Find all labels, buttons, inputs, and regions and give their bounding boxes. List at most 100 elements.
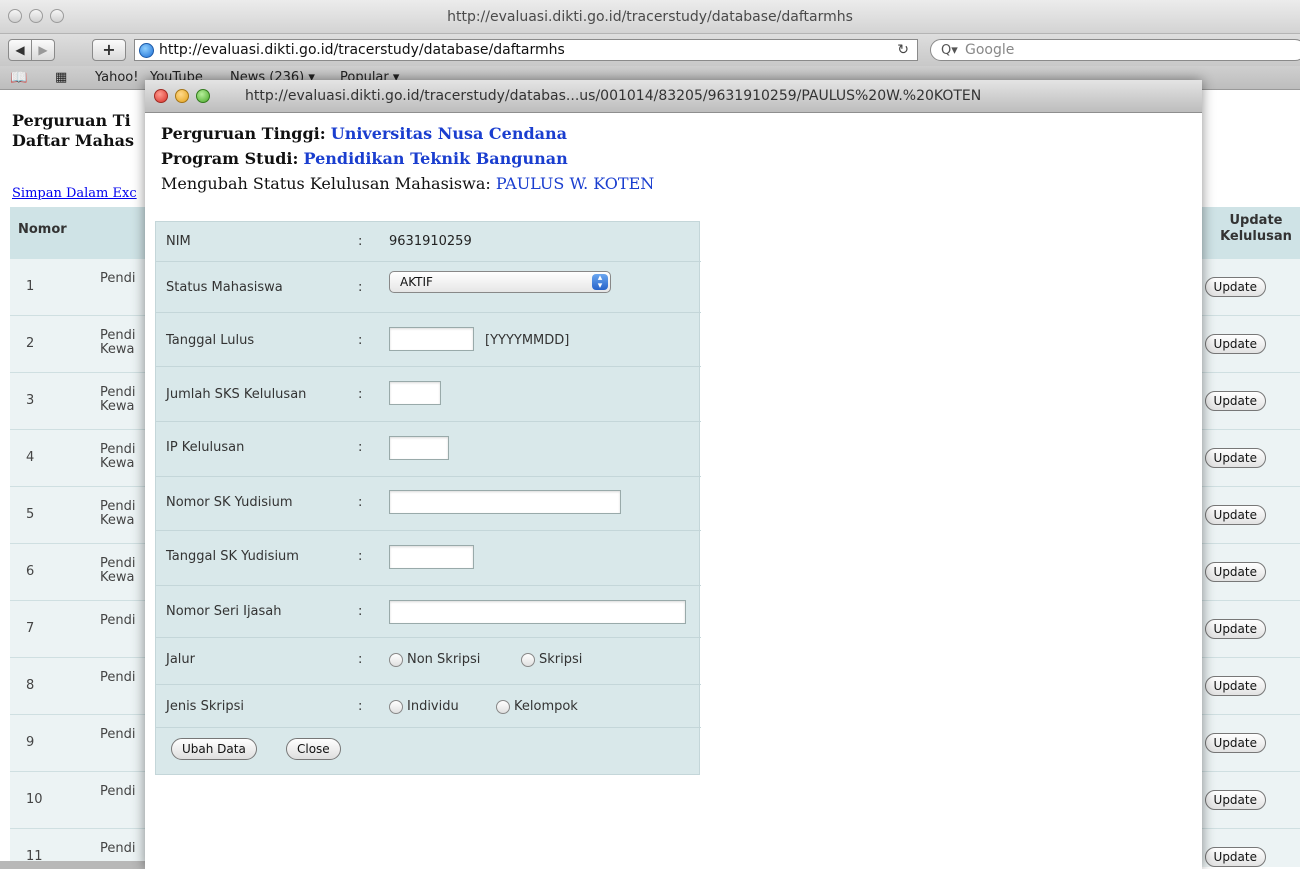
row-number: 7 — [26, 621, 35, 636]
row-program: Pendi Kewa — [100, 499, 136, 528]
row-number: 1 — [26, 279, 35, 294]
popup-title-bar[interactable]: http://evaluasi.dikti.go.id/tracerstudy/… — [145, 80, 1202, 113]
update-button[interactable]: Update — [1204, 562, 1266, 582]
back-button[interactable]: ◀ — [8, 39, 32, 61]
colon: : — [358, 387, 363, 402]
status-select[interactable]: AKTIF ▴ ▾ — [389, 271, 611, 293]
university-label: Perguruan Tinggi: — [161, 124, 326, 143]
update-button[interactable]: Update — [1204, 676, 1266, 696]
search-input[interactable]: Q▾ Google — [930, 39, 1300, 61]
sks-input[interactable] — [389, 381, 441, 405]
search-icon: Q▾ — [941, 43, 958, 58]
update-button[interactable]: Update — [1204, 733, 1266, 753]
program-label: Program Studi: — [161, 149, 299, 168]
university-line: Perguruan Tinggi: Universitas Nusa Cenda… — [161, 124, 567, 143]
row-number: 5 — [26, 507, 35, 522]
column-update: Update Kelulusan — [1220, 213, 1292, 244]
reload-icon[interactable]: ↻ — [897, 40, 909, 60]
radio-non-skripsi[interactable] — [389, 653, 403, 667]
colon: : — [358, 549, 363, 564]
tanggal-sk-input[interactable] — [389, 545, 474, 569]
colon: : — [358, 699, 363, 714]
sk-label: Nomor SK Yudisium — [166, 495, 293, 510]
radio-individu[interactable] — [389, 700, 403, 714]
radio-kelompok[interactable] — [496, 700, 510, 714]
update-button[interactable]: Update — [1204, 790, 1266, 810]
status-label: Status Mahasiswa — [166, 280, 283, 295]
close-button[interactable]: Close — [286, 738, 341, 760]
window-title: http://evaluasi.dikti.go.id/tracerstudy/… — [447, 9, 853, 25]
row-program: Pendi — [100, 784, 136, 799]
row-status: Status Mahasiswa : AKTIF ▴ ▾ — [156, 262, 701, 313]
row-program: Pendi Kewa — [100, 442, 136, 471]
colon: : — [358, 652, 363, 667]
navigation-toolbar: ◀ ▶ + http://evaluasi.dikti.go.id/tracer… — [0, 34, 1300, 66]
radio-skripsi[interactable] — [521, 653, 535, 667]
bookmark-item[interactable]: Yahoo! — [95, 70, 138, 85]
row-tanggal-lulus: Tanggal Lulus : [YYYYMMDD] — [156, 313, 701, 367]
row-ip: IP Kelulusan : — [156, 422, 701, 477]
column-nomor: Nomor — [18, 222, 67, 237]
horizontal-scrollbar[interactable] — [0, 861, 145, 869]
browser-title-bar[interactable]: http://evaluasi.dikti.go.id/tracerstudy/… — [0, 0, 1300, 34]
sk-input[interactable] — [389, 490, 621, 514]
row-nim: NIM : 9631910259 — [156, 222, 701, 262]
status-selected: AKTIF — [400, 275, 433, 289]
update-button[interactable]: Update — [1204, 505, 1266, 525]
updown-arrow-icon: ▴ ▾ — [592, 274, 608, 291]
non-skripsi-label: Non Skripsi — [407, 652, 481, 667]
row-number: 6 — [26, 564, 35, 579]
update-button[interactable]: Update — [1204, 334, 1266, 354]
row-program: Pendi — [100, 841, 136, 856]
update-button[interactable]: Update — [1204, 448, 1266, 468]
search-placeholder: Google — [965, 42, 1015, 58]
address-bar[interactable]: http://evaluasi.dikti.go.id/tracerstudy/… — [134, 39, 918, 61]
popup-close-icon[interactable] — [154, 89, 168, 103]
export-excel-link[interactable]: Simpan Dalam Exc — [12, 186, 137, 201]
ip-input[interactable] — [389, 436, 449, 460]
book-icon[interactable]: 📖 — [10, 70, 27, 86]
popup-minimize-icon[interactable] — [175, 89, 189, 103]
row-tanggal-sk: Tanggal SK Yudisium : — [156, 531, 701, 586]
jalur-label: Jalur — [166, 652, 195, 667]
student-name: PAULUS W. KOTEN — [495, 174, 655, 193]
ubah-data-button[interactable]: Ubah Data — [171, 738, 257, 760]
update-button[interactable]: Update — [1204, 277, 1266, 297]
popup-window: http://evaluasi.dikti.go.id/tracerstudy/… — [145, 80, 1202, 869]
forward-button[interactable]: ▶ — [31, 39, 55, 61]
row-program: Pendi — [100, 670, 136, 685]
row-number: 8 — [26, 678, 35, 693]
row-sk: Nomor SK Yudisium : — [156, 477, 701, 531]
row-jenis-skripsi: Jenis Skripsi : Individu Kelompok — [156, 685, 701, 728]
colon: : — [358, 440, 363, 455]
individu-label: Individu — [407, 699, 459, 714]
ijasah-input[interactable] — [389, 600, 686, 624]
row-program: Pendi — [100, 727, 136, 742]
university-value: Universitas Nusa Cendana — [330, 124, 568, 143]
tanggal-lulus-input[interactable] — [389, 327, 474, 351]
kelompok-label: Kelompok — [514, 699, 578, 714]
row-jalur: Jalur : Non Skripsi Skripsi — [156, 638, 701, 685]
colon: : — [358, 234, 363, 249]
add-bookmark-button[interactable]: + — [92, 39, 126, 61]
row-program: Pendi — [100, 613, 136, 628]
update-button[interactable]: Update — [1204, 619, 1266, 639]
update-button[interactable]: Update — [1204, 391, 1266, 411]
row-program: Pendi — [100, 271, 136, 286]
ip-label: IP Kelulusan — [166, 440, 245, 455]
update-button[interactable]: Update — [1204, 847, 1266, 867]
row-number: 4 — [26, 450, 35, 465]
popup-title: http://evaluasi.dikti.go.id/tracerstudy/… — [245, 88, 982, 104]
popup-zoom-icon[interactable] — [196, 89, 210, 103]
address-text: http://evaluasi.dikti.go.id/tracerstudy/… — [159, 42, 565, 58]
date-format-hint: [YYYYMMDD] — [485, 333, 570, 348]
row-number: 2 — [26, 336, 35, 351]
nim-value: 9631910259 — [389, 234, 472, 249]
grid-icon[interactable]: ▦ — [55, 70, 67, 85]
ijasah-label: Nomor Seri Ijasah — [166, 604, 282, 619]
nim-label: NIM — [166, 234, 191, 249]
row-number: 10 — [26, 792, 43, 807]
row-program: Pendi Kewa — [100, 328, 136, 357]
row-program: Pendi Kewa — [100, 385, 136, 414]
tanggal-sk-label: Tanggal SK Yudisium — [166, 549, 299, 564]
